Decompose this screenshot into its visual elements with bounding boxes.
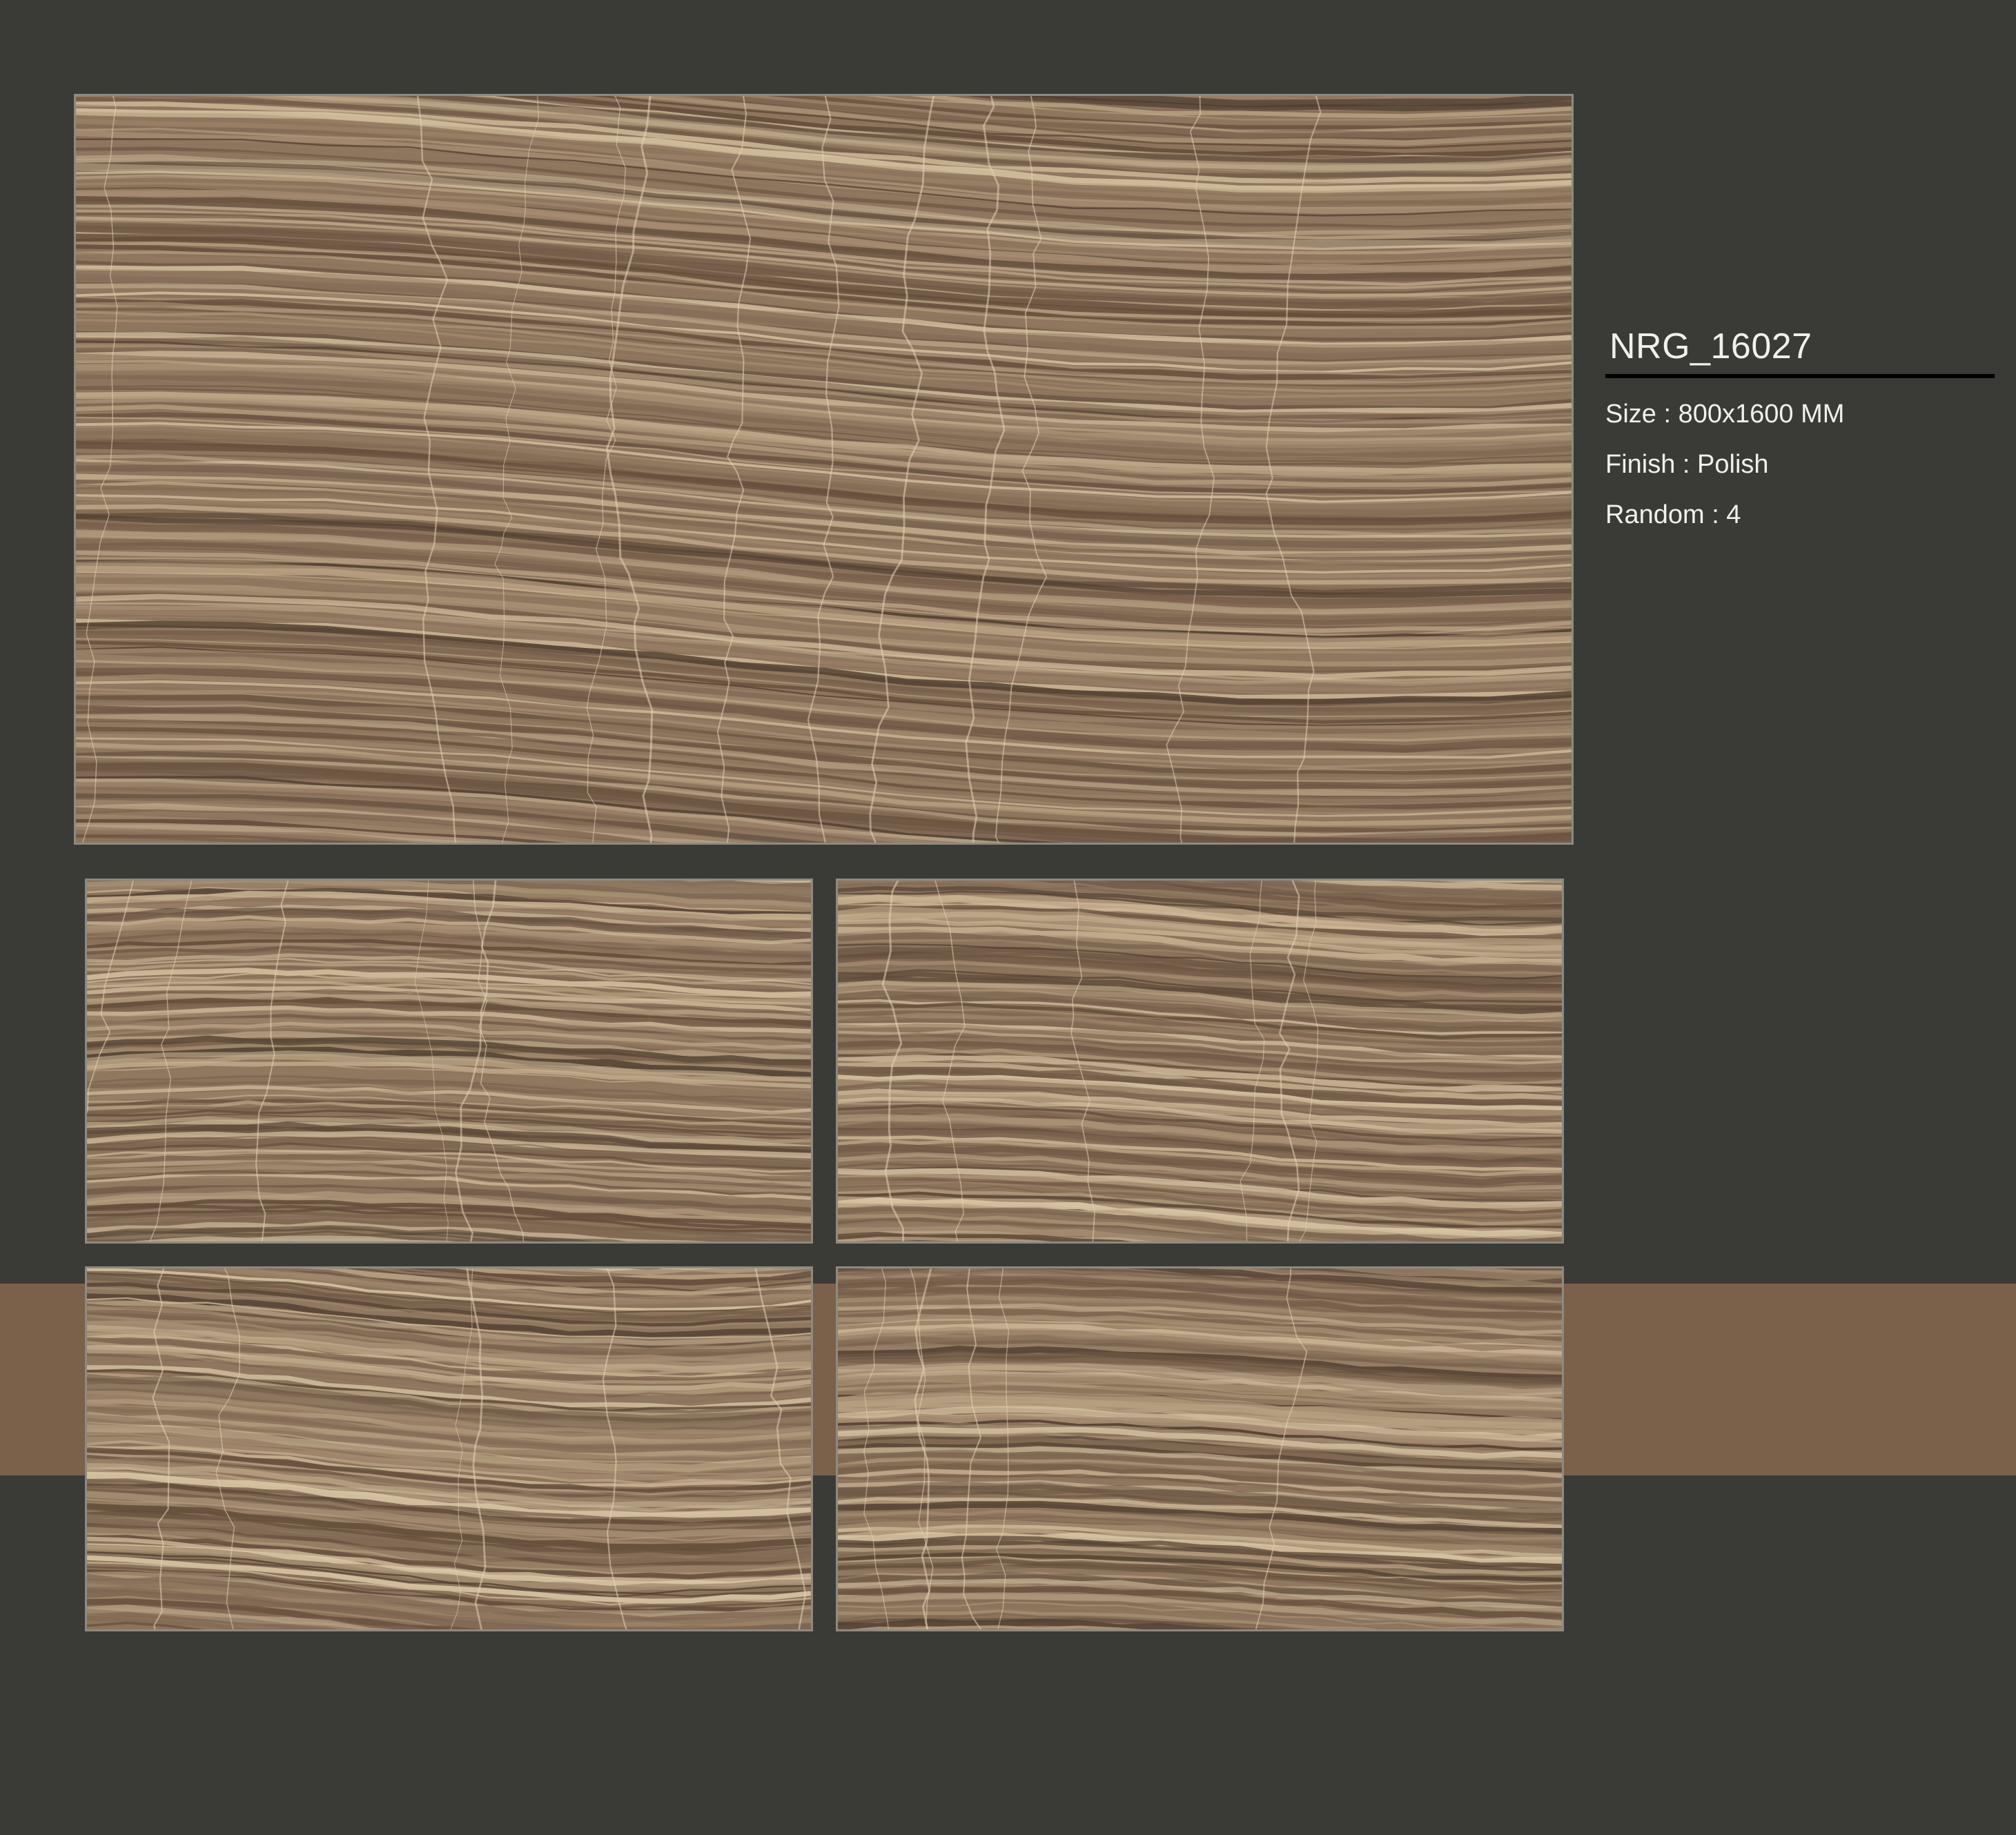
main-tile-image [74,94,1574,845]
tile-variation-4-image [836,1266,1564,1631]
product-info-panel: NRG_16027 Size : 800x1600 MM Finish : Po… [1605,319,1995,540]
spec-finish: Finish : Polish [1605,450,1769,479]
spec-random: Random : 4 [1605,500,1741,529]
product-code: NRG_16027 [1609,326,1812,366]
tile-variation-3-image [85,1266,813,1631]
tile-variation-1-image [85,879,813,1244]
spec-size: Size : 800x1600 MM [1605,400,1845,429]
title-divider [1605,374,1995,378]
tile-variation-2-image [836,879,1564,1244]
